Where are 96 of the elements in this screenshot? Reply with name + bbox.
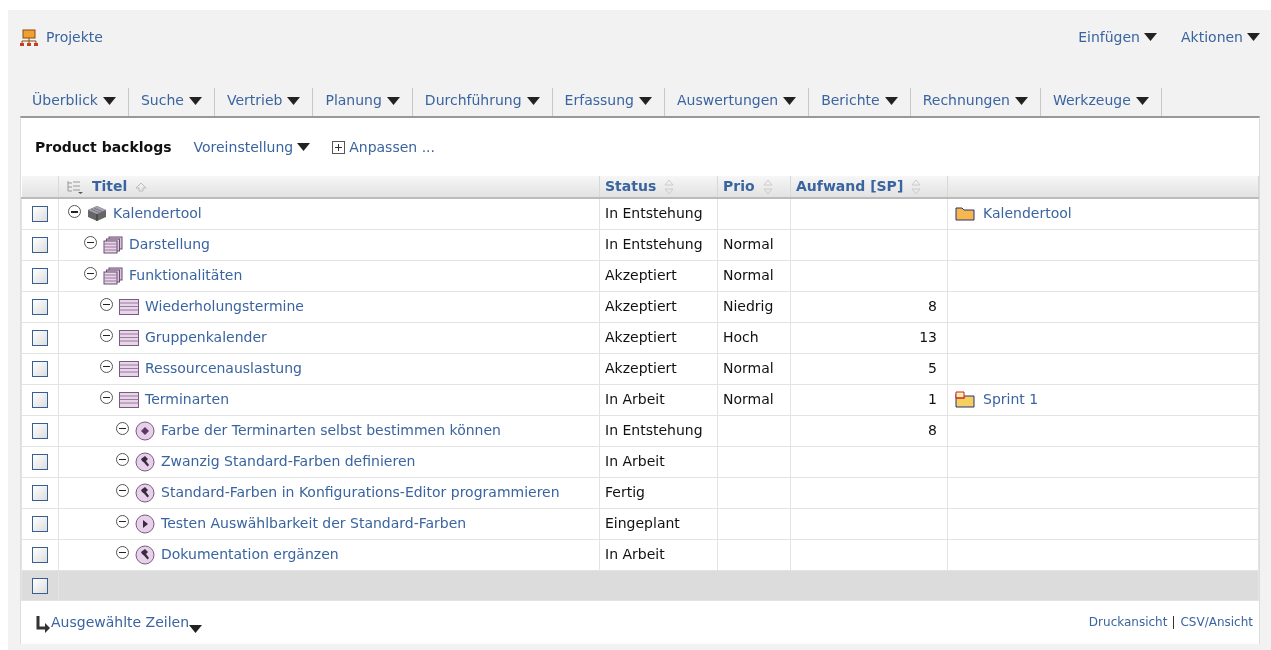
caret-icon [189,624,203,633]
collapse-toggle[interactable] [116,453,129,466]
caret-icon [1014,96,1028,105]
view-title: Product backlogs [35,137,172,157]
item-title-link[interactable]: Wiederholungstermine [145,296,304,317]
export-link[interactable]: CSV/Ansicht [1173,615,1253,629]
collapse-toggle[interactable] [116,484,129,497]
row-checkbox[interactable] [32,268,48,284]
caret-icon [287,96,301,105]
list-icon [119,360,139,377]
status-cell: Akzeptiert [599,291,718,322]
item-title-link[interactable]: Ressourcenauslastung [145,358,302,379]
priority-cell: Hoch [717,322,791,353]
collapse-toggle[interactable] [116,422,129,435]
caret-icon [297,143,311,151]
status-cell: Eingeplant [599,508,718,539]
item-title-link[interactable]: Kalendertool [113,203,202,225]
row-checkbox[interactable] [32,392,48,408]
plus-icon [332,140,346,154]
row-checkbox[interactable] [32,485,48,501]
collapse-toggle[interactable] [100,391,113,404]
priority-cell: Normal [717,260,791,291]
list-icon [119,298,139,315]
row-checkbox[interactable] [32,547,48,563]
caret-icon [1144,33,1157,41]
row-checkbox[interactable] [32,206,48,223]
collapse-toggle[interactable] [68,205,81,219]
hammer-icon [135,451,155,472]
bulk-action-dropdown[interactable]: Ausgewählte Zeilen [35,611,203,633]
caret-icon [1135,96,1149,105]
collapse-toggle[interactable] [116,515,129,528]
effort-cell: 5 [790,353,948,384]
collapse-toggle[interactable] [116,546,129,559]
item-title-link[interactable]: Terminarten [145,389,229,410]
row-checkbox[interactable] [32,330,48,346]
status-cell: Akzeptiert [599,322,718,353]
item-title-link[interactable]: Gruppenkalender [145,327,267,348]
row-checkbox[interactable] [32,361,48,377]
hammer-icon [135,544,155,565]
stacked-list-icon [103,266,123,285]
return-arrow-icon [35,614,51,633]
status-cell: In Entstehung [599,415,718,446]
effort-cell: 13 [790,322,948,353]
item-title-link[interactable]: Darstellung [129,234,210,255]
select-all-checkbox[interactable] [32,577,48,594]
status-cell: In Entstehung [599,198,718,229]
effort-cell: 1 [790,384,948,415]
org-chart-icon [20,28,38,46]
status-cell: In Arbeit [599,539,718,570]
row-checkbox[interactable] [32,454,48,470]
parent-link[interactable]: Sprint 1 [983,389,1039,410]
effort-cell: 8 [790,291,948,322]
box-icon [87,205,107,223]
folder-icon [955,391,975,408]
action-menu[interactable]: Einfügen [1078,26,1157,48]
stacked-list-icon [103,235,123,254]
collapse-toggle[interactable] [84,267,97,280]
collapse-toggle[interactable] [84,236,97,249]
folder-icon [955,206,975,222]
row-checkbox[interactable] [32,299,48,315]
collapse-toggle[interactable] [100,360,113,373]
item-title-link[interactable]: Funktionalitäten [129,265,243,286]
status-cell: Akzeptiert [599,260,718,291]
caret-icon [103,96,116,105]
caret-icon [638,96,652,105]
collapse-toggle[interactable] [100,298,113,311]
row-checkbox[interactable] [32,516,48,532]
collapse-toggle[interactable] [100,329,113,342]
status-cell: Akzeptiert [599,353,718,384]
action-menu[interactable]: Aktionen [1181,26,1260,48]
customize-link[interactable]: Anpassen ... [332,136,435,158]
export-link[interactable]: Druckansicht [1088,613,1168,632]
projects-link[interactable]: Projekte [46,26,103,48]
status-cell: Fertig [599,477,718,508]
caret-icon [386,96,400,105]
list-icon [119,329,139,346]
caret-icon [188,96,202,105]
row-checkbox[interactable] [32,237,48,253]
priority-cell: Normal [717,229,791,260]
row-checkbox[interactable] [32,423,48,439]
status-cell: In Arbeit [599,446,718,477]
caret-icon [1247,33,1260,41]
play-icon [135,513,155,534]
priority-cell: Normal [717,384,791,415]
caret-icon [884,96,898,105]
list-icon [119,391,139,408]
caret-icon [783,96,797,105]
column-header[interactable]: Titel [92,176,128,197]
preset-dropdown[interactable]: Voreinstellung [193,136,311,158]
hammer-icon [135,482,155,503]
priority-cell: Niedrig [717,291,791,322]
status-cell: In Entstehung [599,229,718,260]
caret-icon [526,96,540,105]
priority-cell: Normal [717,353,791,384]
effort-cell: 8 [790,415,948,446]
status-cell: In Arbeit [599,384,718,415]
